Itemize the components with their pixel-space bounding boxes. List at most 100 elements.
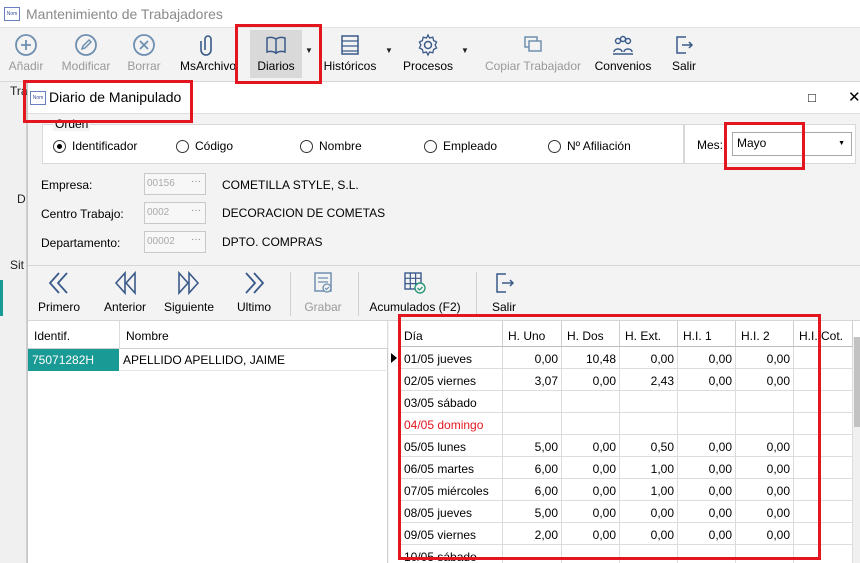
cell-hicot[interactable]	[794, 457, 853, 479]
worker-name-cell[interactable]: APELLIDO APELLIDO, JAIME	[120, 349, 388, 371]
cell-h2[interactable]	[562, 391, 620, 413]
save-button[interactable]: Grabar	[300, 270, 346, 318]
cell-hi1[interactable]: 0,00	[678, 479, 736, 501]
cell-h2[interactable]	[562, 413, 620, 435]
cell-h1[interactable]: 2,00	[503, 523, 562, 545]
radio-codigo[interactable]: Código	[176, 139, 233, 153]
cell-dia[interactable]: 02/05 viernes	[399, 369, 503, 391]
maximize-icon[interactable]: □	[808, 90, 816, 105]
cell-h1[interactable]	[503, 391, 562, 413]
previous-button[interactable]: Anterior	[100, 270, 150, 318]
next-button[interactable]: Siguiente	[162, 270, 216, 318]
column-header-hi2[interactable]: H.I. 2	[736, 321, 794, 347]
table-row[interactable]: 10/05 sábado	[389, 545, 860, 563]
cell-hicot[interactable]	[794, 545, 853, 563]
cell-hi2[interactable]	[736, 545, 794, 563]
radio-empleado[interactable]: Empleado	[424, 139, 497, 153]
cell-hi1[interactable]: 0,00	[678, 457, 736, 479]
cell-hi2[interactable]	[736, 391, 794, 413]
cell-hext[interactable]	[620, 413, 678, 435]
procesos-button[interactable]: Procesos	[400, 30, 456, 78]
cell-h1[interactable]: 6,00	[503, 479, 562, 501]
worker-id-cell[interactable]: 75071282H	[28, 349, 119, 371]
cell-h2[interactable]: 0,00	[562, 369, 620, 391]
cell-hext[interactable]: 1,00	[620, 479, 678, 501]
cell-hi1[interactable]: 0,00	[678, 501, 736, 523]
msarchivo-button[interactable]: MsArchivo	[177, 30, 239, 78]
cell-hicot[interactable]	[794, 479, 853, 501]
cell-h1[interactable]	[503, 413, 562, 435]
column-header-h-ext[interactable]: H. Ext.	[620, 321, 678, 347]
table-row[interactable]: 05/05 lunes 5,00 0,00 0,50 0,00 0,00	[389, 435, 860, 457]
table-row[interactable]: 04/05 domingo	[389, 413, 860, 435]
cell-hi2[interactable]: 0,00	[736, 479, 794, 501]
table-row[interactable]: 07/05 miércoles 6,00 0,00 1,00 0,00 0,00	[389, 479, 860, 501]
table-row[interactable]: 03/05 sábado	[389, 391, 860, 413]
cell-dia[interactable]: 08/05 jueves	[399, 501, 503, 523]
table-row[interactable]: 09/05 viernes 2,00 0,00 0,00 0,00 0,00	[389, 523, 860, 545]
table-row[interactable]: 06/05 martes 6,00 0,00 1,00 0,00 0,00	[389, 457, 860, 479]
cell-hi1[interactable]: 0,00	[678, 435, 736, 457]
delete-button[interactable]: Borrar	[122, 30, 166, 78]
modify-button[interactable]: Modificar	[57, 30, 115, 78]
cell-hicot[interactable]	[794, 391, 853, 413]
cell-h2[interactable]: 10,48	[562, 347, 620, 369]
cell-h1[interactable]: 3,07	[503, 369, 562, 391]
cell-dia[interactable]: 09/05 viernes	[399, 523, 503, 545]
cell-dia[interactable]: 04/05 domingo	[399, 413, 503, 435]
cell-hi2[interactable]	[736, 413, 794, 435]
cell-h1[interactable]: 0,00	[503, 347, 562, 369]
cell-hext[interactable]: 0,00	[620, 347, 678, 369]
cell-hicot[interactable]	[794, 369, 853, 391]
cell-dia[interactable]: 10/05 sábado	[399, 545, 503, 563]
cell-hext[interactable]: 0,00	[620, 523, 678, 545]
cell-h2[interactable]: 0,00	[562, 457, 620, 479]
cell-hi2[interactable]: 0,00	[736, 435, 794, 457]
table-row[interactable]: 02/05 viernes 3,07 0,00 2,43 0,00 0,00	[389, 369, 860, 391]
scrollbar-thumb[interactable]	[854, 337, 860, 427]
cell-h1[interactable]: 5,00	[503, 435, 562, 457]
cell-hicot[interactable]	[794, 501, 853, 523]
cell-h2[interactable]: 0,00	[562, 435, 620, 457]
cell-h2[interactable]: 0,00	[562, 523, 620, 545]
cell-hext[interactable]: 2,43	[620, 369, 678, 391]
centro-code-field[interactable]: 0002 ···	[144, 202, 206, 224]
cell-hi1[interactable]	[678, 545, 736, 563]
table-row[interactable]: 08/05 jueves 5,00 0,00 0,00 0,00 0,00	[389, 501, 860, 523]
copy-worker-button[interactable]: Copiar Trabajador	[484, 30, 582, 78]
cell-h2[interactable]: 0,00	[562, 501, 620, 523]
radio-identificador[interactable]: Identificador	[53, 139, 137, 153]
cell-dia[interactable]: 06/05 martes	[399, 457, 503, 479]
cell-hext[interactable]: 1,00	[620, 457, 678, 479]
cell-hext[interactable]: 0,50	[620, 435, 678, 457]
column-header-h-dos[interactable]: H. Dos	[562, 321, 620, 347]
close-icon[interactable]: ✕	[848, 88, 860, 106]
diarios-button[interactable]: Diarios	[250, 30, 302, 78]
exit-button[interactable]: Salir	[664, 30, 704, 78]
cell-hi1[interactable]: 0,00	[678, 523, 736, 545]
empresa-code-field[interactable]: 00156 ···	[144, 173, 206, 195]
radio-nombre[interactable]: Nombre	[300, 139, 362, 153]
radio-afiliacion[interactable]: Nº Afiliación	[548, 139, 631, 153]
cell-hi2[interactable]: 0,00	[736, 347, 794, 369]
mes-select[interactable]: Mayo ▼	[732, 132, 852, 156]
cell-hi1[interactable]	[678, 413, 736, 435]
cell-hi2[interactable]: 0,00	[736, 457, 794, 479]
cell-hi1[interactable]: 0,00	[678, 347, 736, 369]
departamento-code-field[interactable]: 00002 ···	[144, 231, 206, 253]
table-row[interactable]: 75071282H APELLIDO APELLIDO, JAIME	[28, 349, 388, 371]
cell-hext[interactable]	[620, 391, 678, 413]
historicos-button[interactable]: Históricos	[320, 30, 380, 78]
convenios-button[interactable]: Convenios	[592, 30, 654, 78]
cell-hi2[interactable]: 0,00	[736, 369, 794, 391]
cell-hicot[interactable]	[794, 347, 853, 369]
cell-h1[interactable]	[503, 545, 562, 563]
diarios-dropdown-icon[interactable]: ▼	[305, 46, 313, 55]
column-header-hi1[interactable]: H.I. 1	[678, 321, 736, 347]
cell-h2[interactable]: 0,00	[562, 479, 620, 501]
vertical-scrollbar[interactable]	[853, 337, 860, 563]
cell-hicot[interactable]	[794, 413, 853, 435]
column-header-hi-cot[interactable]: H.I. Cot.	[794, 321, 853, 347]
cell-h2[interactable]	[562, 545, 620, 563]
cell-hext[interactable]: 0,00	[620, 501, 678, 523]
